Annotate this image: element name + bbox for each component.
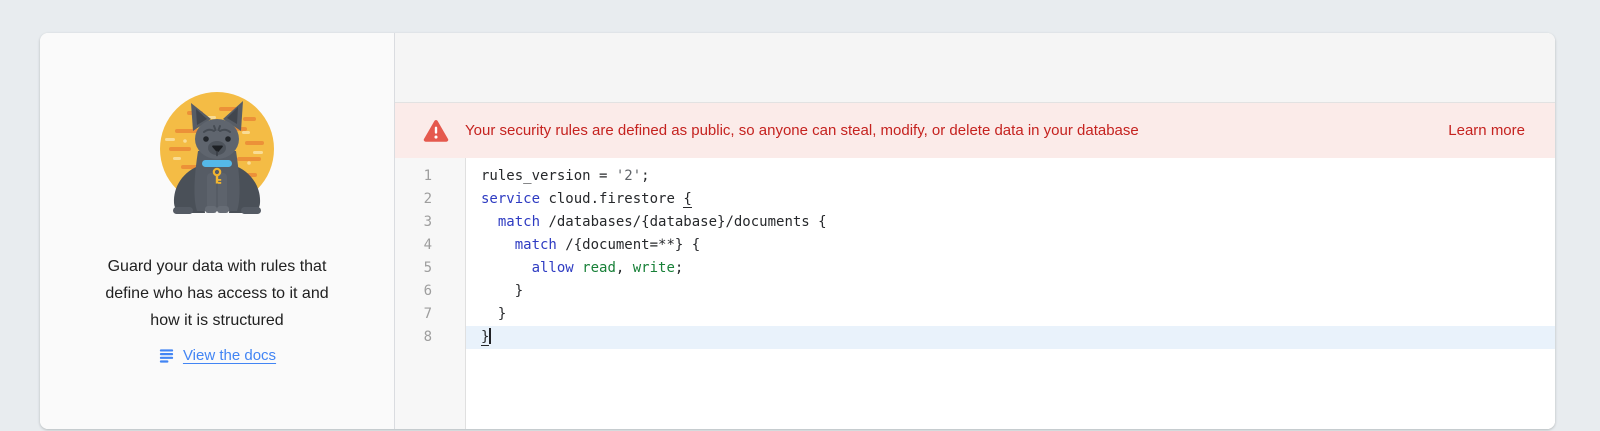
code-token-plain: /{document=**} { — [557, 237, 700, 253]
line-number: 4 — [395, 234, 432, 257]
code-token-plain — [481, 237, 515, 253]
learn-more-link[interactable]: Learn more — [1448, 122, 1525, 139]
rules-info-panel: Guard your data with rules that define w… — [40, 33, 395, 429]
rules-description: Guard your data with rules that define w… — [105, 253, 328, 334]
code-area[interactable]: rules_version = '2';service cloud.firest… — [466, 158, 1555, 429]
code-line[interactable]: allow read, write; — [466, 257, 1555, 280]
code-line[interactable]: } — [466, 280, 1555, 303]
code-token-keyword: service — [481, 191, 540, 207]
line-number: 8 — [395, 326, 432, 349]
code-token-plain: ; — [641, 168, 649, 184]
line-number: 5 — [395, 257, 432, 280]
code-token-keyword: match — [498, 214, 540, 230]
code-token-plain: cloud.firestore — [540, 191, 683, 207]
code-token-plain: ; — [675, 260, 683, 276]
rules-description-line: how it is structured — [105, 307, 328, 334]
line-number: 3 — [395, 211, 432, 234]
editor-toolbar-strip — [395, 33, 1555, 103]
rules-code-editor[interactable]: 12345678 rules_version = '2';service clo… — [395, 158, 1555, 429]
code-line[interactable]: match /databases/{database}/documents { — [466, 211, 1555, 234]
warning-message: Your security rules are defined as publi… — [465, 122, 1139, 139]
warning-triangle-icon — [423, 119, 449, 143]
code-token-string: '2' — [616, 168, 641, 184]
code-token-bracket-match: } — [481, 329, 489, 346]
rules-description-line: Guard your data with rules that — [105, 253, 328, 280]
guard-dog-illustration — [157, 91, 277, 217]
code-line[interactable]: } — [466, 303, 1555, 326]
public-rules-warning-banner: Your security rules are defined as publi… — [395, 103, 1555, 158]
code-token-plain: } — [481, 306, 506, 322]
docs-lines-icon — [158, 347, 175, 364]
code-token-plain — [481, 260, 532, 276]
code-token-plain — [481, 214, 498, 230]
line-number: 7 — [395, 303, 432, 326]
code-token-def: read — [582, 260, 616, 276]
code-token-plain: /databases/{database}/documents { — [540, 214, 827, 230]
line-number: 6 — [395, 280, 432, 303]
rules-description-line: define who has access to it and — [105, 280, 328, 307]
rules-card: Guard your data with rules that define w… — [40, 33, 1555, 429]
code-line[interactable]: rules_version = '2'; — [466, 165, 1555, 188]
code-token-keyword: match — [515, 237, 557, 253]
code-token-plain: rules_version = — [481, 168, 616, 184]
code-token-keyword: allow — [532, 260, 574, 276]
code-token-plain: } — [481, 283, 523, 299]
code-token-plain: , — [616, 260, 633, 276]
view-docs-link-label[interactable]: View the docs — [183, 347, 276, 364]
code-token-def: write — [633, 260, 675, 276]
code-line[interactable]: service cloud.firestore { — [466, 188, 1555, 211]
line-number: 1 — [395, 165, 432, 188]
code-token-bracket-match: { — [683, 191, 691, 208]
code-line[interactable]: match /{document=**} { — [466, 234, 1555, 257]
code-line[interactable]: } — [466, 326, 1555, 349]
line-number-gutter: 12345678 — [395, 158, 466, 429]
code-token-plain — [574, 260, 582, 276]
line-number: 2 — [395, 188, 432, 211]
rules-editor-panel: Your security rules are defined as publi… — [395, 33, 1555, 429]
text-cursor — [489, 328, 491, 344]
view-docs-link[interactable]: View the docs — [158, 347, 276, 364]
